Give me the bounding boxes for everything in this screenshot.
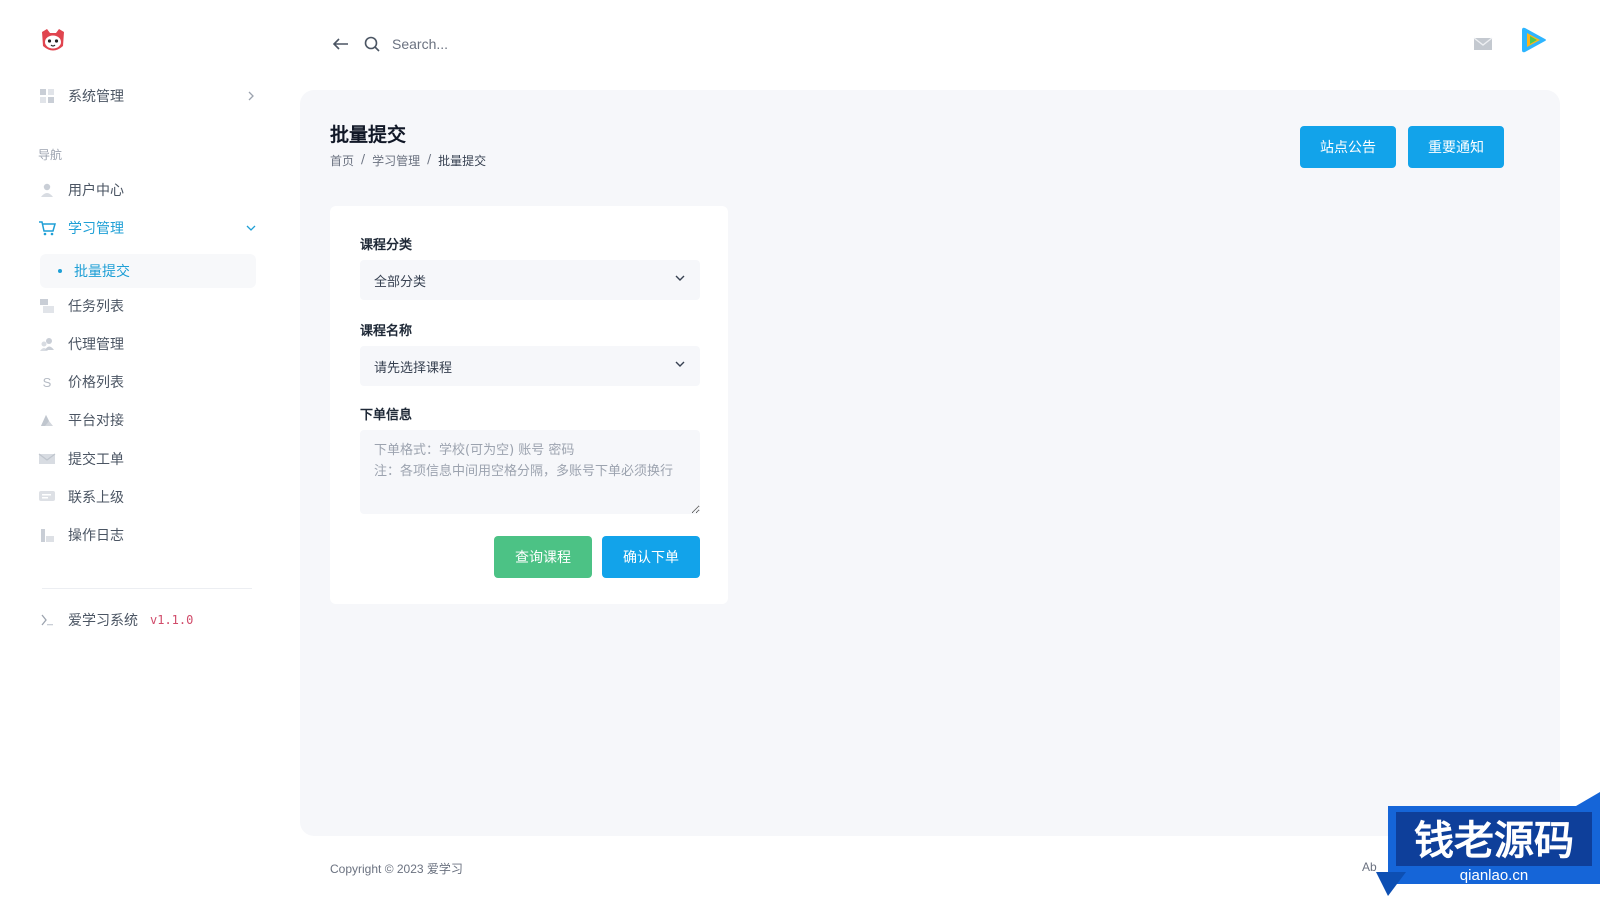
sidebar-item-label: 用户中心 (68, 183, 124, 199)
platform-icon (38, 411, 56, 429)
logo-icon[interactable] (38, 26, 68, 56)
breadcrumb-separator: / (427, 152, 432, 166)
sidebar-item-agents[interactable]: 代理管理 (38, 326, 258, 362)
chevron-down-icon (674, 358, 686, 374)
grid-icon (38, 87, 56, 105)
nav-heading: 导航 (38, 148, 63, 162)
cart-icon (38, 219, 56, 237)
sidebar-item-contact-superior[interactable]: 联系上级 (38, 479, 258, 515)
main-panel: 批量提交 首页 / 学习管理 / 批量提交 站点公告 重要通知 课程分类 全部分… (300, 90, 1560, 836)
sidebar-item-label: 价格列表 (68, 375, 124, 391)
batch-submit-form: 课程分类 全部分类 课程名称 请先选择课程 下单信息 查询课程 确认下单 (330, 206, 728, 604)
chevron-down-icon (674, 272, 686, 288)
top-header (320, 24, 1550, 64)
sidebar-item-label: 任务列表 (68, 299, 124, 315)
sidebar-subitem-label: 批量提交 (74, 264, 130, 280)
sidebar-item-label: 提交工单 (68, 452, 124, 468)
important-notice-button[interactable]: 重要通知 (1408, 126, 1504, 168)
mail-icon (38, 450, 56, 468)
sidebar-item-label: 学习管理 (68, 221, 124, 237)
sidebar-item-system[interactable]: 系统管理 (38, 78, 258, 114)
breadcrumb-home[interactable]: 首页 (330, 152, 354, 169)
query-course-button[interactable]: 查询课程 (494, 536, 592, 578)
sidebar-item-submit-ticket[interactable]: 提交工单 (38, 441, 258, 477)
order-info-label: 下单信息 (360, 408, 413, 423)
sidebar-item-price-list[interactable]: S 价格列表 (38, 364, 258, 400)
breadcrumb-learning[interactable]: 学习管理 (372, 152, 420, 169)
dollar-icon: S (38, 373, 56, 391)
sidebar-item-label: 联系上级 (68, 490, 124, 506)
search-input[interactable] (392, 36, 692, 52)
course-select-value: 请先选择课程 (374, 360, 453, 376)
watermark-logo: 钱老源码 qianlao.cn (1376, 792, 1600, 900)
category-select-value: 全部分类 (374, 274, 427, 290)
sidebar-item-label: 操作日志 (68, 528, 124, 544)
footer-right-link[interactable]: Ab (1362, 860, 1377, 874)
version-badge: v1.1.0 (150, 613, 194, 627)
breadcrumb-separator: / (361, 152, 366, 166)
sidebar: 系统管理 导航 用户中心 学习管理 批量提交 任务列表 代理管理 S 价格列表 … (0, 0, 290, 900)
course-label: 课程名称 (360, 324, 413, 339)
sidebar-item-learning[interactable]: 学习管理 (38, 210, 258, 246)
sidebar-item-label: 平台对接 (68, 413, 124, 429)
envelope-icon[interactable] (1472, 33, 1494, 55)
app-name: 爱学习系统 (68, 613, 138, 629)
site-notice-button[interactable]: 站点公告 (1300, 126, 1396, 168)
sidebar-item-platform[interactable]: 平台对接 (38, 402, 258, 438)
agents-icon (38, 335, 56, 353)
copyright: Copyright © 2023 爱学习 (330, 862, 463, 876)
watermark-domain: qianlao.cn (1460, 867, 1528, 884)
chevron-right-icon (244, 89, 258, 103)
svg-text:S: S (43, 375, 52, 390)
chat-icon (38, 488, 56, 506)
sidebar-subitem-batch-submit[interactable]: 批量提交 (40, 254, 256, 288)
terminal-icon (38, 611, 56, 629)
course-select[interactable]: 请先选择课程 (360, 346, 700, 386)
chevron-down-icon (244, 221, 258, 235)
arrow-left-icon[interactable] (330, 33, 352, 55)
sidebar-item-user-center[interactable]: 用户中心 (38, 172, 258, 208)
sidebar-app-info[interactable]: 爱学习系统 v1.1.0 (38, 602, 258, 638)
header-actions (1472, 24, 1550, 64)
avatar[interactable] (1516, 25, 1550, 63)
sidebar-item-label: 代理管理 (68, 337, 124, 353)
category-select[interactable]: 全部分类 (360, 260, 700, 300)
order-info-textarea[interactable] (360, 430, 700, 514)
watermark-brand: 钱老源码 (1414, 818, 1574, 864)
sidebar-divider (42, 588, 252, 589)
page-title: 批量提交 (330, 124, 407, 146)
sidebar-item-label: 系统管理 (68, 89, 124, 105)
sidebar-item-operation-log[interactable]: 操作日志 (38, 517, 258, 553)
user-icon (38, 181, 56, 199)
breadcrumb: 首页 / 学习管理 / 批量提交 (330, 152, 486, 169)
sidebar-item-task-list[interactable]: 任务列表 (38, 288, 258, 324)
confirm-order-button[interactable]: 确认下单 (602, 536, 700, 578)
app-root: 系统管理 导航 用户中心 学习管理 批量提交 任务列表 代理管理 S 价格列表 … (0, 0, 1600, 900)
list-icon (38, 297, 56, 315)
breadcrumb-current: 批量提交 (438, 154, 487, 168)
chart-icon (38, 526, 56, 544)
search-icon[interactable] (362, 34, 382, 54)
active-dot (58, 269, 62, 273)
category-label: 课程分类 (360, 238, 413, 253)
